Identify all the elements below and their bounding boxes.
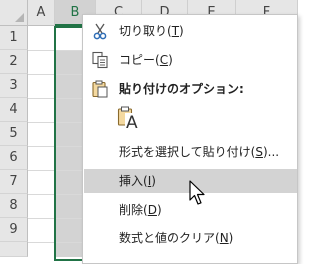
menu-item-copy-label: コピー(C) [119, 53, 173, 67]
menu-item-cut[interactable]: 切り取り(T) [84, 19, 297, 43]
row-header-9[interactable]: 9 [0, 218, 28, 242]
select-all-corner[interactable] [0, 0, 28, 26]
copy-icon [92, 51, 108, 69]
menu-item-paste-special-label: 形式を選択して貼り付け(S)... [119, 145, 280, 159]
row-header-6[interactable]: 6 [0, 146, 28, 170]
row-header-1[interactable]: 1 [0, 26, 28, 50]
paste-option-button[interactable]: A [117, 105, 141, 135]
context-menu: 切り取り(T) コピー(C) 貼り付けのオプション: A 形式を選択して貼り付け… [82, 14, 298, 264]
row-header-5[interactable]: 5 [0, 122, 28, 146]
menu-item-insert-label: 挿入(I) [119, 174, 156, 188]
paste-options-label: 貼り付けのオプション: [119, 82, 244, 96]
menu-item-paste-special[interactable]: 形式を選択して貼り付け(S)... [84, 140, 297, 164]
row-header-10[interactable] [0, 242, 28, 257]
scissors-icon [93, 23, 107, 40]
row-header-3[interactable]: 3 [0, 74, 28, 98]
menu-item-clear-contents[interactable]: 数式と値のクリア(N) [84, 226, 297, 250]
column-header-a[interactable]: A [28, 0, 55, 26]
menu-item-copy[interactable]: コピー(C) [84, 48, 297, 72]
paste-format-glyph: A [125, 113, 139, 133]
row-header-8[interactable]: 8 [0, 194, 28, 218]
clipboard-icon [92, 80, 108, 98]
menu-item-cut-label: 切り取り(T) [119, 24, 184, 38]
menu-item-clear-contents-label: 数式と値のクリア(N) [119, 231, 234, 245]
paste-options-header: 貼り付けのオプション: [84, 77, 297, 101]
select-all-triangle-icon [15, 13, 24, 22]
menu-item-delete-label: 削除(D) [119, 203, 162, 217]
mouse-pointer-icon [189, 180, 205, 205]
row-header-2[interactable]: 2 [0, 50, 28, 74]
row-header-7[interactable]: 7 [0, 170, 28, 194]
row-header-4[interactable]: 4 [0, 98, 28, 122]
